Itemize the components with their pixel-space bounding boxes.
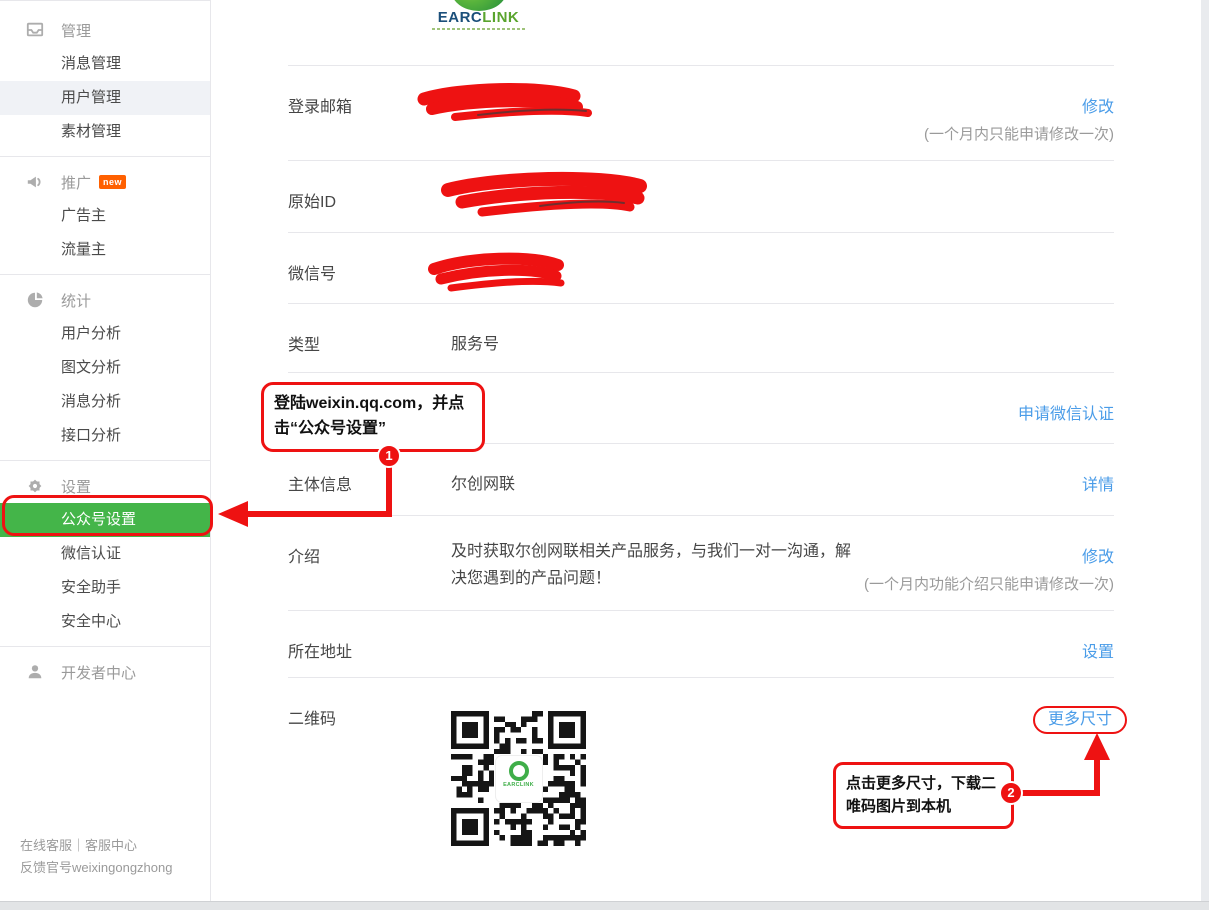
person-icon <box>26 663 44 681</box>
sidebar-divider <box>0 156 210 157</box>
login-email-value-redacted <box>451 93 924 160</box>
row-label: 登录邮箱 <box>288 93 451 160</box>
weixin-mp-settings-page: { "brand": { "earc": "EARC", "link": "LI… <box>0 0 1209 910</box>
row-introduction: 介绍 及时获取尔创网联相关产品服务，与我们一对一沟通，解决您遇到的产品问题！ 修… <box>288 515 1114 610</box>
sidebar-item-advertiser[interactable]: 广告主 <box>0 199 210 233</box>
row-label: 所在地址 <box>288 638 451 677</box>
sidebar-item-wechat-verify[interactable]: 微信认证 <box>0 537 210 571</box>
row-label: 微信号 <box>288 260 451 303</box>
feedback-account-note: 反馈官号weixingongzhong <box>20 857 172 879</box>
set-address-link[interactable]: 设置 <box>1082 638 1114 662</box>
wechat-id-value-redacted <box>451 260 1114 303</box>
row-label: 类型 <box>288 331 451 372</box>
more-sizes-outline: 更多尺寸 <box>1033 706 1127 734</box>
original-id-value-redacted <box>451 188 1114 232</box>
row-label <box>288 400 451 443</box>
gear-icon <box>26 477 44 495</box>
sidebar-item-message-manage[interactable]: 消息管理 <box>0 47 210 81</box>
sidebar-group-label: 推广 <box>61 172 91 193</box>
row-label: 介绍 <box>288 543 451 610</box>
email-modify-note: (一个月内只能申请修改一次) <box>924 123 1114 144</box>
sidebar-item-security-center[interactable]: 安全中心 <box>0 605 210 639</box>
sidebar-item-article-analysis[interactable]: 图文分析 <box>0 351 210 385</box>
sidebar-item-material-manage[interactable]: 素材管理 <box>0 115 210 149</box>
sidebar-group-label: 统计 <box>61 290 91 311</box>
sidebar-divider <box>0 460 210 461</box>
sidebar-item-traffic-owner[interactable]: 流量主 <box>0 233 210 267</box>
sidebar-item-message-analysis[interactable]: 消息分析 <box>0 385 210 419</box>
sidebar: 管理 消息管理 用户管理 素材管理 推广 new 广告主 流量主 统计 用户分析… <box>0 0 211 901</box>
row-account-type: 类型 服务号 <box>288 303 1114 372</box>
row-original-id: 原始ID <box>288 160 1114 232</box>
row-login-email: 登录邮箱 修改 (一个月内只能申请修改一次) <box>288 65 1114 160</box>
service-center-link[interactable]: 客服中心 <box>85 838 137 853</box>
row-subject-info: 主体信息 尔创网联 详情 <box>288 443 1114 515</box>
row-qrcode: 二维码 EARCLINK 更多尺寸 <box>288 677 1114 887</box>
apply-wechat-verification-link[interactable]: 申请微信认证 <box>1018 400 1114 424</box>
sidebar-group-statistics[interactable]: 统计 <box>0 283 210 317</box>
bottom-scrollbar-strip[interactable] <box>0 901 1209 910</box>
introduction-modify-note: (一个月内功能介绍只能申请修改一次) <box>864 573 1114 594</box>
brand-tagline <box>432 28 526 30</box>
qrcode-logo-ring-icon <box>509 761 529 781</box>
row-label: 主体信息 <box>288 471 451 515</box>
more-sizes-link[interactable]: 更多尺寸 <box>1048 705 1112 729</box>
sidebar-item-api-analysis[interactable]: 接口分析 <box>0 419 210 453</box>
scrollbar-track[interactable] <box>1201 0 1209 910</box>
row-label: 二维码 <box>288 705 451 887</box>
sidebar-item-account-settings[interactable]: 公众号设置 <box>0 503 210 537</box>
introduction-value: 及时获取尔创网联相关产品服务，与我们一对一沟通，解决您遇到的产品问题！ <box>451 538 864 610</box>
account-type-value: 服务号 <box>451 331 1114 372</box>
row-address: 所在地址 设置 <box>288 610 1114 677</box>
row-wechat-id: 微信号 <box>288 232 1114 303</box>
account-settings-panel: EARCLINK 登录邮箱 修改 (一个月内只能申请修改一次) 原始ID 微信号… <box>212 0 1201 901</box>
sidebar-group-settings[interactable]: 设置 <box>0 469 210 503</box>
pie-chart-icon <box>26 291 44 309</box>
sidebar-item-user-analysis[interactable]: 用户分析 <box>0 317 210 351</box>
account-logo: EARCLINK <box>421 0 536 30</box>
sidebar-group-label: 设置 <box>61 476 91 497</box>
sidebar-item-user-manage[interactable]: 用户管理 <box>0 81 210 115</box>
sidebar-group-promotion[interactable]: 推广 new <box>0 165 210 199</box>
modify-introduction-link[interactable]: 修改 <box>1082 543 1114 567</box>
online-service-link[interactable]: 在线客服 <box>20 838 72 853</box>
subject-details-link[interactable]: 详情 <box>1082 471 1114 495</box>
sidebar-group-label: 开发者中心 <box>61 662 136 683</box>
sidebar-group-label: 管理 <box>61 20 91 41</box>
sidebar-item-security-assistant[interactable]: 安全助手 <box>0 571 210 605</box>
footer-separator: ｜ <box>72 838 85 853</box>
sidebar-divider <box>0 646 210 647</box>
subject-value: 尔创网联 <box>451 471 1082 515</box>
qrcode-image: EARCLINK <box>451 711 586 846</box>
inbox-icon <box>26 21 44 39</box>
row-verification: 申请微信认证 <box>288 372 1114 443</box>
sidebar-divider <box>0 274 210 275</box>
sidebar-footer: 在线客服｜客服中心 反馈官号weixingongzhong <box>20 835 172 879</box>
modify-email-link[interactable]: 修改 <box>1082 93 1114 117</box>
sidebar-group-developer-center[interactable]: 开发者中心 <box>0 655 210 689</box>
sidebar-group-manage[interactable]: 管理 <box>0 13 210 47</box>
row-label: 原始ID <box>288 188 451 232</box>
megaphone-icon <box>26 173 44 191</box>
new-badge: new <box>99 175 126 189</box>
qrcode-center-logo: EARCLINK <box>496 756 542 802</box>
account-logo-header: EARCLINK <box>288 0 1114 65</box>
